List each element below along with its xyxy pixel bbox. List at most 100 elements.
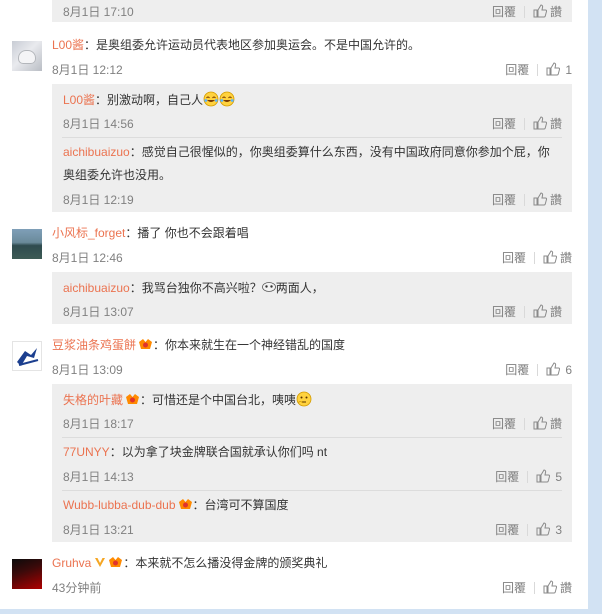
divider <box>523 5 525 18</box>
like-count: 3 <box>555 523 562 537</box>
like-button[interactable]: 讚 <box>533 191 562 208</box>
thumbs-up-icon <box>533 304 547 318</box>
thumbs-up-icon <box>533 4 547 18</box>
comment-actions: 回覆 讚 <box>502 249 572 266</box>
comment-actions: 回覆 讚 <box>492 3 562 20</box>
divider <box>523 193 525 206</box>
rider-logo-icon <box>17 348 39 366</box>
reply-button[interactable]: 回覆 <box>492 191 516 208</box>
reply-thread: aichibuaizuo：我骂台独你不高兴啦？ 两面人， 8月1日 13:07 回… <box>52 272 572 324</box>
member-badge-icon <box>126 394 140 404</box>
like-button[interactable]: 讚 <box>543 579 572 596</box>
reply-item: aichibuaizuo：感觉自己很惺似的，你奥组委算什么东西，没有中国政府同意… <box>52 139 572 212</box>
reply-text: ：别激动啊，自己人 <box>95 93 204 107</box>
divider <box>62 137 562 138</box>
like-count: 讚 <box>549 417 562 431</box>
reply-button[interactable]: 回覆 <box>492 415 516 432</box>
reply-thread: L00酱：别激动啊，自己人 8月1日 14:56 回覆 讚 aichibuaiz… <box>52 84 572 212</box>
verified-v-icon <box>95 558 106 567</box>
timestamp: 8月1日 12:12 <box>52 63 123 77</box>
like-count: 讚 <box>549 193 562 207</box>
like-button[interactable]: 6 <box>546 362 572 377</box>
like-count: 讚 <box>559 251 572 265</box>
timestamp: 8月1日 14:56 <box>63 117 134 131</box>
comment-actions: 回覆 讚 <box>492 303 562 320</box>
username-link[interactable]: L00酱 <box>63 93 95 107</box>
timestamp: 8月1日 18:17 <box>63 417 134 431</box>
avatar[interactable] <box>12 41 42 71</box>
reply-item: aichibuaizuo：我骂台独你不高兴啦？ 两面人， 8月1日 13:07 回… <box>52 272 572 324</box>
like-count: 讚 <box>549 5 562 19</box>
like-button[interactable]: 5 <box>536 469 562 484</box>
avatar[interactable] <box>12 559 42 589</box>
comment-text: ：播了 你也不会跟着唱 <box>125 226 249 240</box>
divider <box>523 305 525 318</box>
thumbs-up-icon <box>543 580 557 594</box>
like-button[interactable]: 3 <box>536 522 562 537</box>
thumbs-up-icon <box>533 116 547 130</box>
username-link[interactable]: 小风标_forget <box>52 226 125 240</box>
reply-text: ：以为拿了块金牌联合国就承认你们吗 nt <box>109 445 328 459</box>
thumbs-up-icon <box>546 62 561 76</box>
like-button[interactable]: 1 <box>546 62 572 77</box>
divider <box>537 63 539 76</box>
page-frame-right <box>588 0 602 614</box>
reply-text: ：我骂台独你不高兴啦？ <box>129 281 262 295</box>
reply-button[interactable]: 回覆 <box>492 3 516 20</box>
comment-actions: 回覆 5 <box>495 468 562 485</box>
reply-button[interactable]: 回覆 <box>492 115 516 132</box>
like-button[interactable]: 讚 <box>533 415 562 432</box>
comment-text: ：是奥组委允许运动员代表地区参加奥运会。不是中国允许的。 <box>84 38 421 52</box>
username-link[interactable]: aichibuaizuo <box>63 281 130 295</box>
reply-button[interactable]: 回覆 <box>505 61 529 78</box>
reply-text: ：可惜还是个中国台北，咦咦 <box>140 393 297 407</box>
like-count: 5 <box>555 470 562 484</box>
avatar[interactable] <box>12 341 42 371</box>
timestamp: 8月1日 12:19 <box>63 193 134 207</box>
divider <box>527 523 529 536</box>
comment-text: ：本来就不怎么播没得金牌的颁奖典礼 <box>123 556 328 570</box>
username-link[interactable]: aichibuaizuo <box>63 145 130 159</box>
like-count: 讚 <box>549 117 562 131</box>
comment-actions: 回覆 讚 <box>492 115 562 132</box>
divider <box>523 417 525 430</box>
two-faced-emoji-icon <box>261 282 276 292</box>
member-badge-icon <box>178 499 192 509</box>
like-count: 1 <box>565 63 572 77</box>
like-button[interactable]: 讚 <box>543 249 572 266</box>
comment-actions: 回覆 讚 <box>502 579 572 596</box>
timestamp: 8月1日 12:46 <box>52 251 123 265</box>
username-link[interactable]: 77UNYY <box>63 445 110 459</box>
thumbs-up-icon <box>536 469 551 483</box>
reply-text: ：台湾可不算国度 <box>192 498 289 512</box>
like-button[interactable]: 讚 <box>533 115 562 132</box>
reply-button[interactable]: 回覆 <box>492 303 516 320</box>
timestamp: 8月1日 13:21 <box>63 523 134 537</box>
avatar[interactable] <box>12 229 42 259</box>
comment-actions: 回覆 讚 <box>492 415 562 432</box>
reply-button[interactable]: 回覆 <box>502 579 526 596</box>
reply-button[interactable]: 回覆 <box>505 361 529 378</box>
username-link[interactable]: Wubb-lubba-dub-dub <box>63 498 176 512</box>
comment-panel: 8月1日 17:10 回覆 讚 L00酱：是奥组委允许运动员代表地区参加奥运会。… <box>0 0 588 609</box>
reply-button[interactable]: 回覆 <box>502 249 526 266</box>
comment-text: ：你本来就生在一个神经错乱的国度 <box>153 338 346 352</box>
like-count: 讚 <box>549 305 562 319</box>
username-link[interactable]: 豆浆油条鸡蛋餅 <box>52 338 136 352</box>
like-count: 6 <box>565 363 572 377</box>
reply-thread: 失格的叶藏 ：可惜还是个中国台北，咦咦 8月1日 18:17 回覆 讚 77UNY… <box>52 384 572 542</box>
reply-text: ：感觉自己很惺似的，你奥组委算什么东西，没有中国政府同意你参加个屁，你 <box>129 145 550 159</box>
reply-item: L00酱：别激动啊，自己人 8月1日 14:56 回覆 讚 <box>52 84 572 136</box>
like-button[interactable]: 讚 <box>533 3 562 20</box>
thumbs-up-icon <box>533 416 547 430</box>
reply-item: 失格的叶藏 ：可惜还是个中国台北，咦咦 8月1日 18:17 回覆 讚 <box>52 384 572 436</box>
username-link[interactable]: Gruhva <box>52 556 91 570</box>
username-link[interactable]: 失格的叶藏 <box>63 393 123 407</box>
like-count: 讚 <box>559 581 572 595</box>
reply-button[interactable]: 回覆 <box>495 468 519 485</box>
timestamp: 8月1日 13:09 <box>52 363 123 377</box>
comment-actions: 回覆 3 <box>495 521 562 538</box>
like-button[interactable]: 讚 <box>533 303 562 320</box>
reply-button[interactable]: 回覆 <box>495 521 519 538</box>
username-link[interactable]: L00酱 <box>52 38 84 52</box>
